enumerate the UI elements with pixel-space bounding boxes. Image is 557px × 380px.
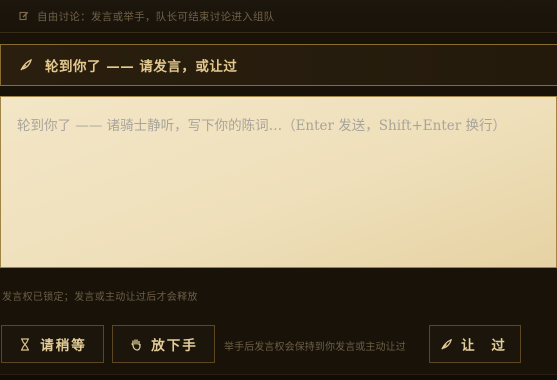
please-wait-button[interactable]: 请稍等 bbox=[1, 325, 104, 363]
speech-input[interactable] bbox=[1, 97, 556, 267]
please-wait-label: 请稍等 bbox=[40, 338, 87, 354]
speech-box bbox=[0, 96, 557, 268]
feather-icon bbox=[19, 57, 35, 73]
hourglass-icon bbox=[18, 337, 32, 351]
lock-note: 发言权已锁定；发言或主动让过后才会释放 bbox=[2, 292, 198, 303]
turn-banner-text: 轮到你了 —— 请发言，或让过 bbox=[45, 59, 238, 75]
pass-label: 让 过 bbox=[461, 338, 511, 354]
discussion-status-bar: 自由讨论：发言或举手，队长可结束讨论进入组队 bbox=[0, 0, 557, 33]
bottom-divider bbox=[0, 374, 557, 380]
edit-icon bbox=[18, 10, 30, 22]
feather-icon bbox=[439, 337, 453, 351]
hand-icon bbox=[129, 337, 143, 351]
pass-button[interactable]: 让 过 bbox=[429, 325, 521, 363]
lower-hand-label: 放下手 bbox=[151, 338, 198, 354]
action-bar: 请稍等 放下手 举手后发言权会保持到你发言或主动让过 让 过 bbox=[0, 325, 557, 363]
lower-hand-button[interactable]: 放下手 bbox=[112, 325, 215, 363]
hand-note: 举手后发言权会保持到你发言或主动让过 bbox=[224, 342, 406, 353]
turn-banner: 轮到你了 —— 请发言，或让过 bbox=[0, 44, 557, 86]
discussion-status-text: 自由讨论：发言或举手，队长可结束讨论进入组队 bbox=[37, 10, 275, 23]
